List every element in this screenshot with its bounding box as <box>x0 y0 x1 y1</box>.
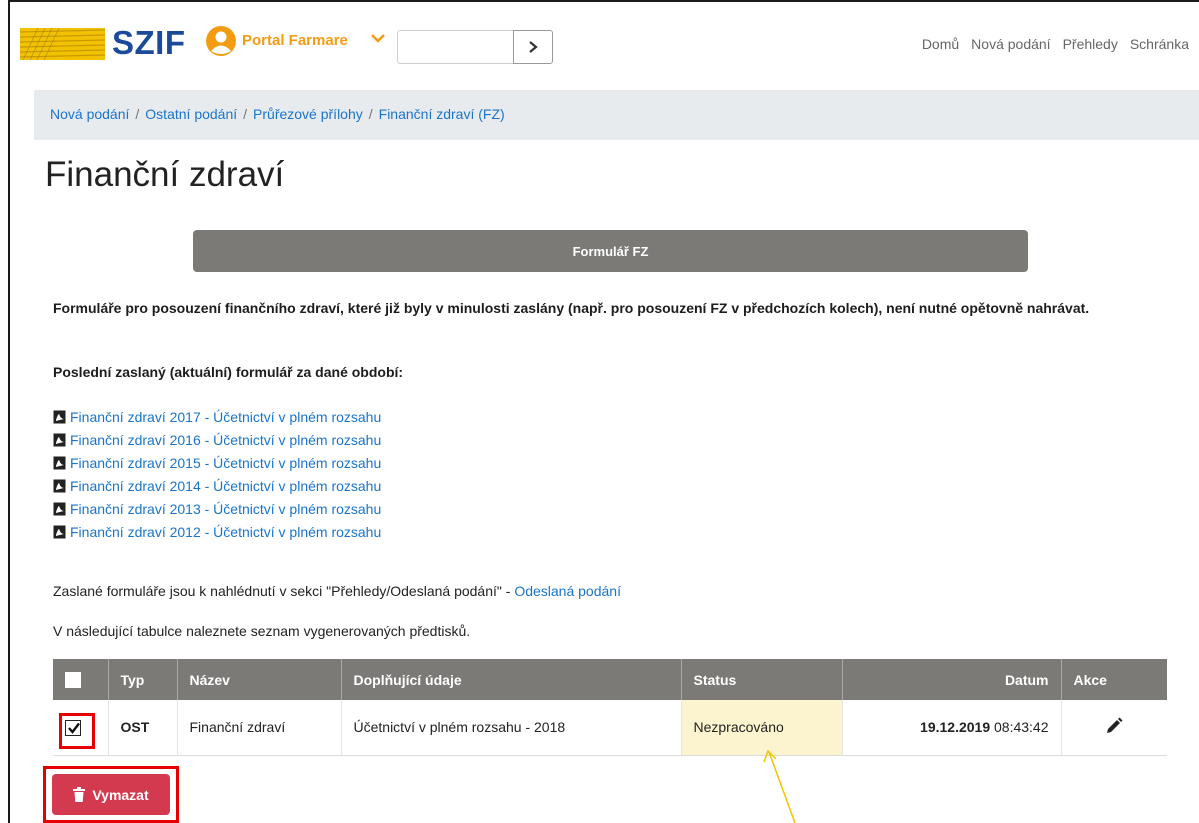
preprints-table: Typ Název Doplňující údaje Status Datum … <box>53 659 1167 756</box>
document-list: Finanční zdraví 2017 - Účetnictví v plné… <box>53 405 381 543</box>
annotation-arrow-icon <box>763 749 796 823</box>
breadcrumb-separator: / <box>368 106 373 122</box>
form-fz-button[interactable]: Formulář FZ <box>193 230 1028 272</box>
cell-typ: OST <box>108 700 178 756</box>
notice-text: Formuláře pro posouzení finančního zdrav… <box>53 300 1090 316</box>
search-submit-button[interactable] <box>513 30 553 64</box>
pdf-icon <box>53 525 66 538</box>
pencil-icon[interactable] <box>1105 717 1123 738</box>
search-input[interactable] <box>397 30 513 64</box>
document-link[interactable]: Finanční zdraví 2017 - Účetnictví v plné… <box>53 405 381 428</box>
breadcrumb-item-cross-attachments[interactable]: Průřezové přílohy <box>253 106 363 122</box>
column-header-datum[interactable]: Datum <box>842 659 1062 700</box>
pdf-icon <box>53 479 66 492</box>
document-link[interactable]: Finanční zdraví 2016 - Účetnictví v plné… <box>53 428 381 451</box>
chevron-right-icon <box>529 41 538 53</box>
nav-link-home[interactable]: Domů <box>922 36 959 52</box>
table-intro-text: V následující tabulce naleznete seznam v… <box>53 623 471 639</box>
column-header-status[interactable]: Status <box>681 659 843 700</box>
breadcrumb-item-other-submissions[interactable]: Ostatní podání <box>145 106 237 122</box>
page-title: Finanční zdraví <box>45 155 285 194</box>
trash-icon <box>73 787 86 802</box>
breadcrumb-item-current[interactable]: Finanční zdraví (FZ) <box>379 106 505 122</box>
status-badge: Nezpracováno <box>681 700 843 756</box>
breadcrumb-item-new-submissions[interactable]: Nová podání <box>50 106 129 122</box>
nav-link-new-submissions[interactable]: Nová podání <box>971 36 1050 52</box>
pdf-icon <box>53 410 66 423</box>
document-link[interactable]: Finanční zdraví 2012 - Účetnictví v plné… <box>53 520 381 543</box>
pdf-icon <box>53 502 66 515</box>
nav-link-inbox[interactable]: Schránka <box>1130 36 1189 52</box>
breadcrumb-separator: / <box>243 106 248 122</box>
column-header-akce: Akce <box>1061 659 1167 700</box>
breadcrumb-separator: / <box>135 106 140 122</box>
select-all-checkbox[interactable] <box>65 672 81 689</box>
document-link[interactable]: Finanční zdraví 2015 - Účetnictví v plné… <box>53 451 381 474</box>
column-header-nazev[interactable]: Název <box>177 659 342 700</box>
cell-doplnujici: Účetnictví v plném rozsahu - 2018 <box>341 700 682 756</box>
document-link[interactable]: Finanční zdraví 2014 - Účetnictví v plné… <box>53 474 381 497</box>
portal-menu-label[interactable]: Portal Farmare <box>242 32 348 49</box>
pdf-icon <box>53 433 66 446</box>
cell-datum: 19.12.2019 08:43:42 <box>842 700 1062 756</box>
document-link[interactable]: Finanční zdraví 2013 - Účetnictví v plné… <box>53 497 381 520</box>
column-header-typ[interactable]: Typ <box>108 659 178 700</box>
nav-link-overviews[interactable]: Přehledy <box>1063 36 1118 52</box>
delete-button[interactable]: Vymazat <box>52 774 170 815</box>
sent-submissions-link[interactable]: Odeslaná podání <box>514 583 621 599</box>
select-all-header <box>53 659 109 700</box>
main-nav: Domů Nová podání Přehledy Schránka <box>910 36 1189 52</box>
pdf-icon <box>53 456 66 469</box>
table-row[interactable]: OST Finanční zdraví Účetnictví v plném r… <box>53 700 1167 756</box>
brand-logo-text[interactable]: SZIF <box>112 24 186 62</box>
sent-forms-info: Zaslané formuláře jsou k nahlédnutí v se… <box>53 583 621 599</box>
documents-subheading: Poslední zaslaný (aktuální) formulář za … <box>53 364 404 380</box>
user-icon[interactable] <box>206 26 236 56</box>
column-header-doplnujici[interactable]: Doplňující údaje <box>341 659 682 700</box>
table-header-row: Typ Název Doplňující údaje Status Datum … <box>53 659 1167 700</box>
breadcrumb: Nová podání / Ostatní podání / Průřezové pří… <box>34 90 1199 140</box>
chevron-down-icon[interactable] <box>369 31 387 45</box>
wheat-logo-icon[interactable] <box>20 28 105 60</box>
cell-akce <box>1061 700 1167 756</box>
cell-nazev: Finanční zdraví <box>177 700 342 756</box>
highlight-box-checkbox <box>59 713 95 749</box>
top-navbar: SZIF Portal Farmare Domů Nová podání Pře… <box>10 2 1199 88</box>
